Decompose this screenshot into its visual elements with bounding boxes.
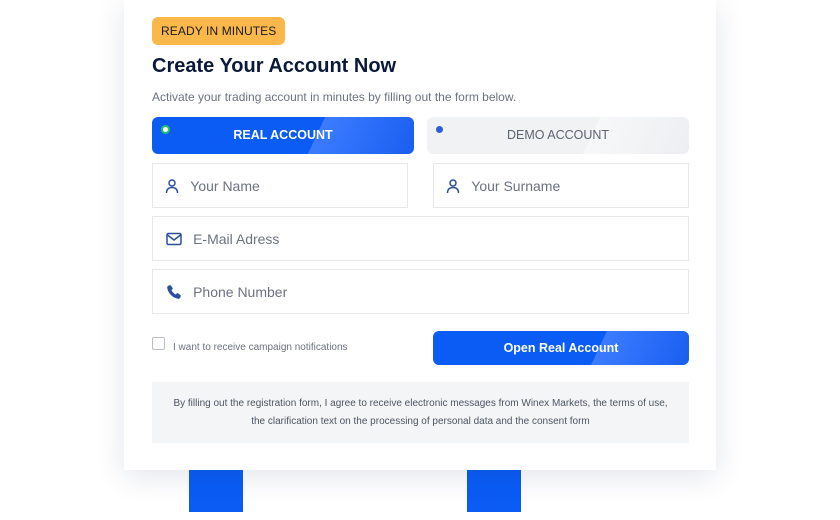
tab-real-account[interactable]: REAL ACCOUNT: [152, 117, 414, 154]
selected-indicator-dot: [161, 125, 170, 134]
tab-real-account-label: REAL ACCOUNT: [233, 128, 333, 142]
campaign-consent-checkbox[interactable]: [152, 337, 165, 350]
user-icon: [434, 178, 470, 194]
tab-demo-account-label: DEMO ACCOUNT: [506, 128, 610, 142]
name-input[interactable]: [189, 177, 407, 194]
phone-input[interactable]: [192, 283, 688, 300]
campaign-consent-label: I want to receive campaign notifications: [173, 342, 348, 353]
phone-field: [152, 269, 689, 314]
name-field: [152, 163, 408, 208]
envelope-icon: [153, 232, 192, 246]
email-field: [152, 216, 689, 261]
unselected-indicator-dot: [436, 126, 443, 133]
ready-badge: READY IN MINUTES: [152, 17, 286, 45]
tab-demo-account[interactable]: DEMO ACCOUNT: [427, 117, 689, 154]
campaign-consent[interactable]: I want to receive campaign notifications: [152, 337, 348, 353]
phone-icon: [153, 284, 192, 300]
surname-input[interactable]: [470, 177, 688, 194]
email-input[interactable]: [192, 230, 688, 247]
open-real-account-button[interactable]: Open Real Account: [433, 331, 689, 365]
registration-card: READY IN MINUTES Create Your Account Now…: [124, 0, 716, 470]
page-subtitle: Activate your trading account in minutes…: [152, 90, 517, 104]
user-icon: [153, 178, 189, 194]
terms-notice: By filling out the registration form, I …: [152, 382, 689, 443]
page-title: Create Your Account Now: [152, 55, 397, 77]
surname-field: [433, 163, 689, 208]
